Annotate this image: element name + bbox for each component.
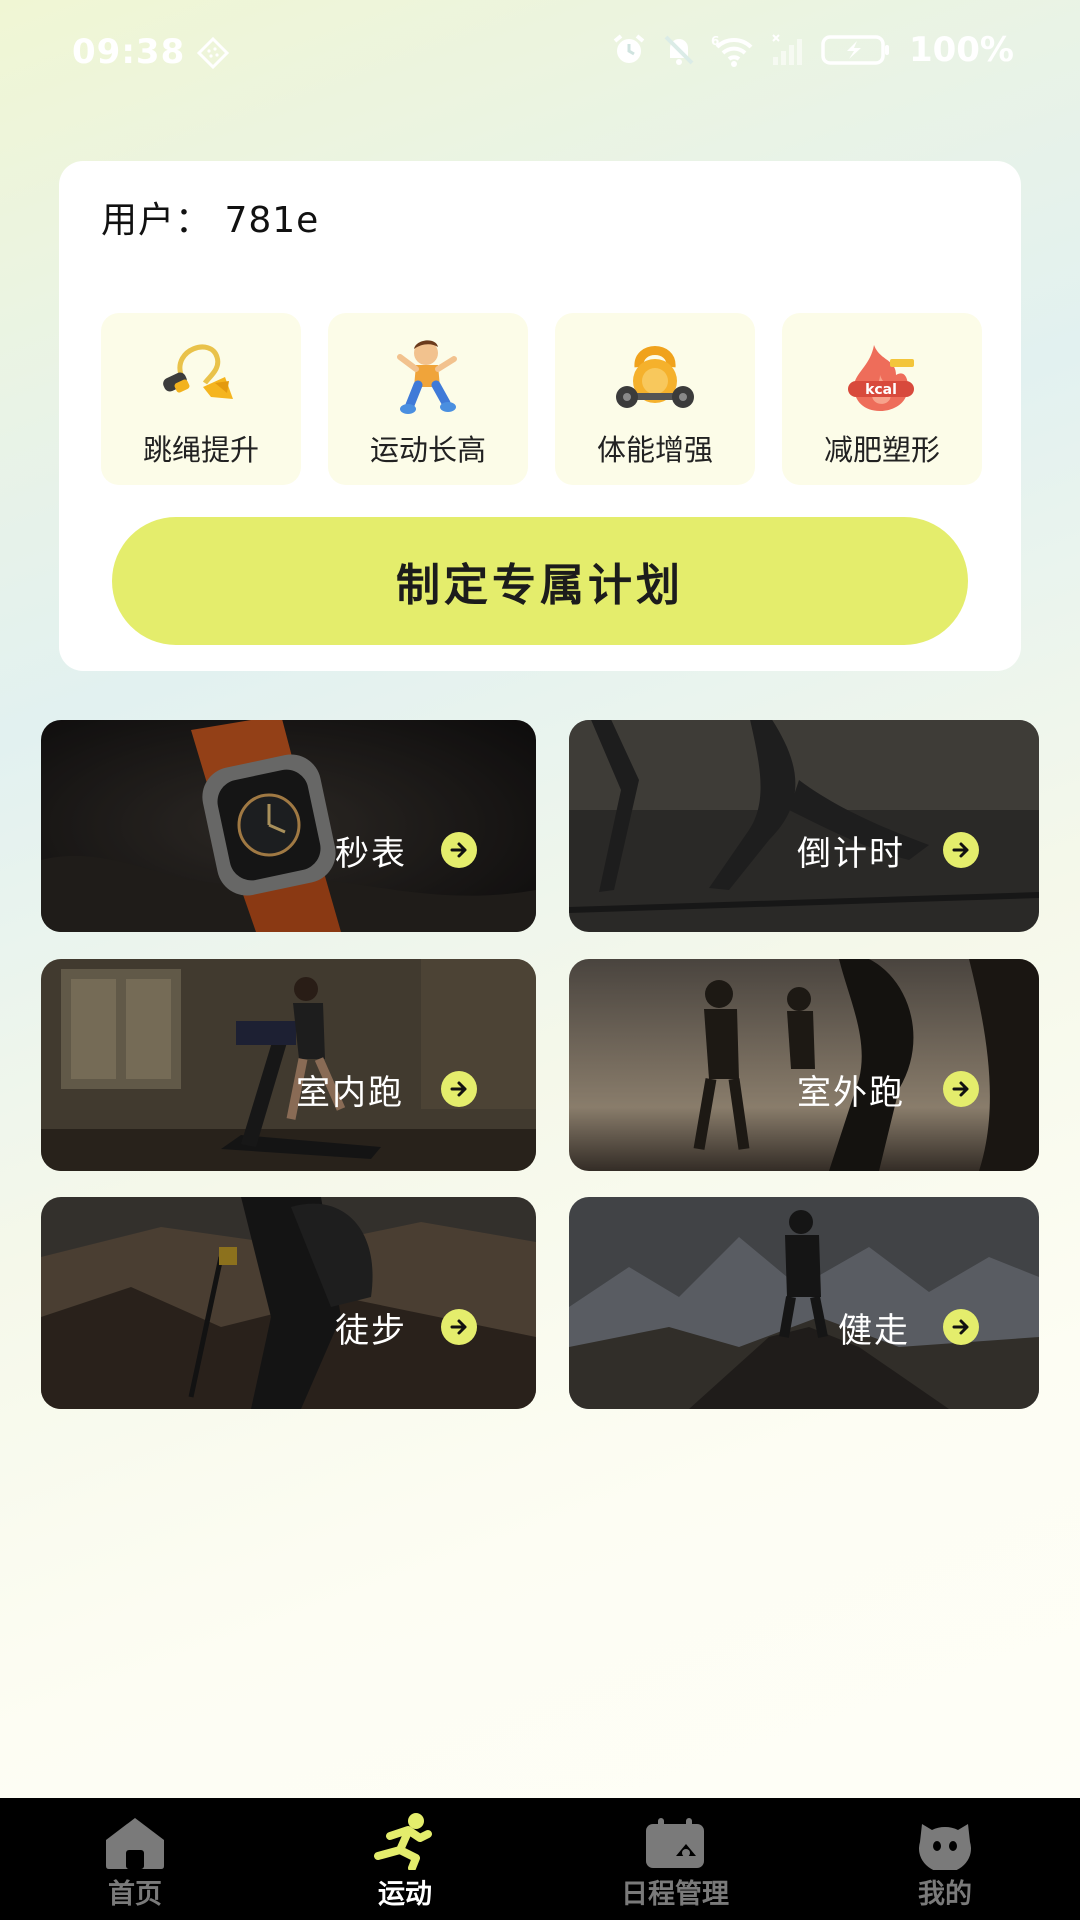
wifi-icon: 6 (711, 34, 753, 67)
jump-rope-icon (163, 344, 233, 399)
goal-label: 跳绳提升 (142, 433, 259, 467)
hiker-photo (41, 1197, 536, 1409)
goal-label: 减肥塑形 (823, 433, 940, 467)
profile-face-icon (919, 1824, 971, 1870)
activity-label: 室内跑 (296, 1073, 404, 1113)
activity-countdown[interactable]: 倒计时 (569, 720, 1039, 932)
activity-label: 倒计时 (797, 834, 905, 874)
nav-schedule[interactable]: 日程管理 (540, 1798, 810, 1920)
arrow-right-icon (943, 832, 979, 868)
mountain-peak-photo (569, 1197, 1039, 1409)
activity-stopwatch[interactable]: 秒表 (41, 720, 536, 932)
battery-icon (821, 35, 889, 65)
bottom-nav: 首页 运动 日程管理 我的 (0, 1798, 1080, 1920)
kettlebell-icon (616, 346, 694, 408)
mute-bell-icon (664, 35, 694, 65)
alarm-icon (613, 34, 645, 63)
cell-signal-icon (772, 34, 802, 65)
nav-label: 运动 (378, 1879, 432, 1910)
activity-label: 徒步 (335, 1311, 407, 1351)
goal-slimming[interactable]: kcal 减肥塑形 (782, 313, 982, 485)
nav-label: 日程管理 (621, 1879, 729, 1910)
nav-label: 首页 (108, 1879, 162, 1910)
user-label: 用户： 781e (101, 200, 320, 241)
jumping-kid-icon (397, 340, 457, 414)
nav-label: 我的 (918, 1879, 972, 1910)
treadmill-photo (41, 959, 536, 1171)
goal-growth[interactable]: 运动长高 (328, 313, 528, 485)
nav-profile[interactable]: 我的 (810, 1798, 1080, 1920)
activity-label: 室外跑 (797, 1073, 905, 1113)
activity-label: 健走 (838, 1311, 910, 1351)
nav-sport[interactable]: 运动 (270, 1798, 540, 1920)
activity-label: 秒表 (335, 834, 407, 874)
arrow-right-icon (441, 1071, 477, 1107)
create-plan-button[interactable]: 制定专属计划 (112, 517, 968, 645)
activity-walking[interactable]: 健走 (569, 1197, 1039, 1409)
goal-jump-rope[interactable]: 跳绳提升 (101, 313, 301, 485)
kcal-text: kcal (865, 382, 897, 398)
arrow-right-icon (943, 1309, 979, 1345)
goal-list: 跳绳提升 运动长高 体能增强 kcal 减肥塑形 (101, 313, 982, 485)
goal-label: 体能增强 (596, 433, 713, 467)
kcal-flame-icon: kcal (848, 345, 914, 411)
goal-fitness[interactable]: 体能增强 (555, 313, 755, 485)
smartwatch-photo (41, 720, 536, 932)
home-icon (106, 1818, 164, 1869)
activity-indoor-run[interactable]: 室内跑 (41, 959, 536, 1171)
calendar-icon (646, 1818, 704, 1868)
network-diamond-icon (196, 36, 230, 70)
battery-percent: 100% (908, 30, 1014, 70)
status-bar: 09:38 6 100% (0, 0, 1080, 105)
status-time: 09:38 (72, 32, 186, 72)
arrow-right-icon (441, 832, 477, 868)
running-person-icon (374, 1813, 432, 1870)
arrow-right-icon (441, 1309, 477, 1345)
arrow-right-icon (943, 1071, 979, 1107)
goal-label: 运动长高 (369, 433, 486, 467)
nav-home[interactable]: 首页 (0, 1798, 270, 1920)
activity-outdoor-run[interactable]: 室外跑 (569, 959, 1039, 1171)
activity-hiking[interactable]: 徒步 (41, 1197, 536, 1409)
plan-card: 用户： 781e 跳绳提升 运动长高 体能增强 kcal 减肥塑形 制定专属计划 (59, 161, 1021, 671)
